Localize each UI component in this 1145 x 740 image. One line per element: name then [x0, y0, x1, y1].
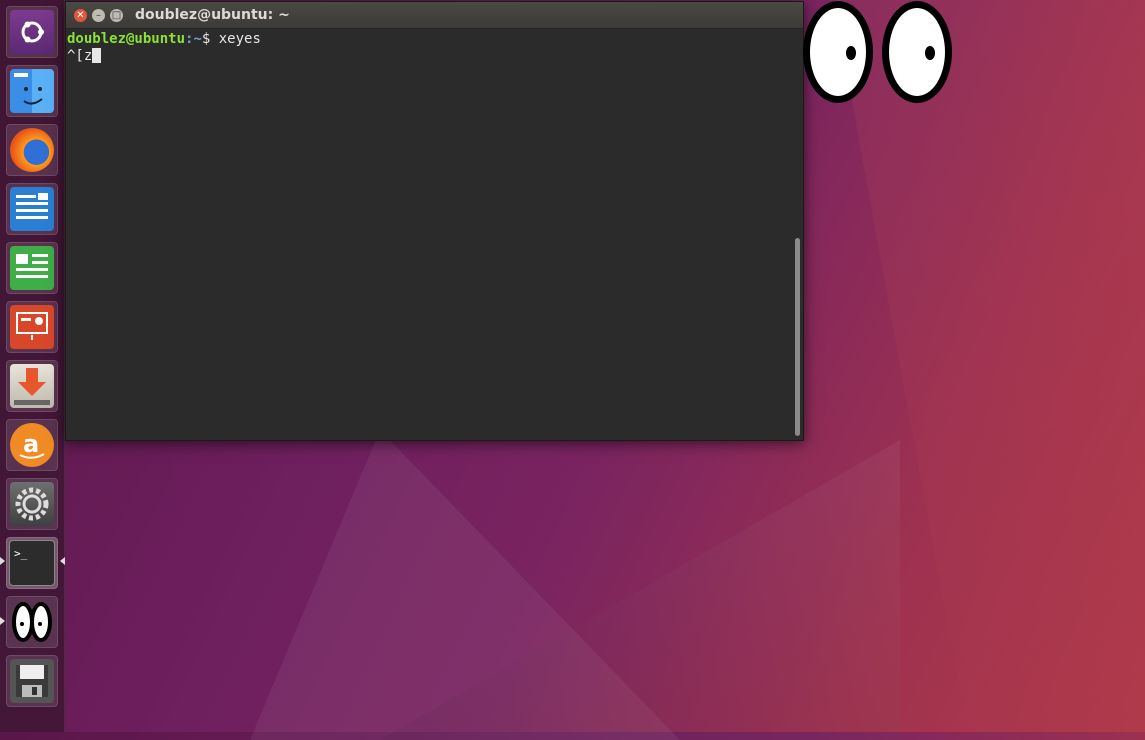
launcher-item-libreoffice-impress[interactable]	[6, 301, 58, 353]
running-indicator	[0, 617, 5, 625]
unity-launcher: a >_	[0, 0, 65, 732]
launcher-item-files[interactable]	[6, 65, 58, 117]
running-indicator	[0, 557, 5, 565]
launcher-item-libreoffice-calc[interactable]	[6, 242, 58, 294]
svg-text:a: a	[23, 430, 39, 458]
amazon-icon: a	[10, 423, 54, 467]
prompt-symbol: $	[201, 31, 219, 47]
terminal-output[interactable]: doublez@ubuntu:~$ xeyes ^[z	[66, 29, 803, 440]
launcher-item-system-settings[interactable]	[6, 478, 58, 530]
text-cursor	[92, 48, 102, 63]
launcher-item-terminal[interactable]: >_	[6, 537, 58, 589]
input-line: ^[z	[67, 48, 802, 65]
window-titlebar[interactable]: ✕ – □ doublez@ubuntu: ~	[66, 2, 803, 29]
right-eye	[882, 1, 952, 103]
input-text: ^[z	[67, 48, 93, 64]
writer-icon	[10, 187, 54, 231]
close-icon: ✕	[76, 9, 85, 21]
right-pupil	[925, 46, 935, 60]
command-line: doublez@ubuntu:~$ xeyes	[67, 31, 802, 48]
floppy-icon	[10, 659, 54, 703]
launcher-item-amazon[interactable]: a	[6, 419, 58, 471]
launcher-item-firefox[interactable]	[6, 124, 58, 176]
focused-indicator	[60, 557, 65, 565]
prompt-path: :~	[185, 31, 202, 47]
window-title: doublez@ubuntu: ~	[135, 7, 290, 23]
command-text: xeyes	[218, 31, 261, 47]
files-icon	[10, 69, 54, 113]
terminal-window[interactable]: ✕ – □ doublez@ubuntu: ~ doublez@ubuntu:~…	[65, 1, 804, 441]
ubuntu-logo-icon	[10, 10, 54, 54]
svg-text:>_: >_	[14, 547, 28, 560]
launcher-item-save[interactable]	[6, 655, 58, 707]
maximize-button[interactable]: □	[110, 9, 123, 22]
xeyes-icon	[10, 600, 54, 644]
launcher-item-ubuntu-dash[interactable]	[6, 6, 58, 58]
close-button[interactable]: ✕	[74, 9, 87, 22]
software-icon	[10, 364, 54, 408]
calc-icon	[10, 246, 54, 290]
maximize-icon: □	[111, 9, 122, 21]
firefox-icon	[10, 128, 54, 172]
left-pupil	[846, 46, 856, 60]
settings-icon	[10, 482, 54, 526]
left-eye	[803, 1, 873, 103]
impress-icon	[10, 305, 54, 349]
xeyes-window[interactable]	[802, 0, 954, 103]
scrollbar-thumb[interactable]	[795, 238, 800, 436]
terminal-icon: >_	[9, 540, 55, 586]
launcher-item-software-center[interactable]	[6, 360, 58, 412]
minimize-icon: –	[96, 9, 101, 21]
minimize-button[interactable]: –	[92, 9, 105, 22]
prompt-user: doublez@ubuntu	[67, 31, 186, 47]
launcher-item-xeyes[interactable]	[6, 596, 58, 648]
launcher-item-libreoffice-writer[interactable]	[6, 183, 58, 235]
